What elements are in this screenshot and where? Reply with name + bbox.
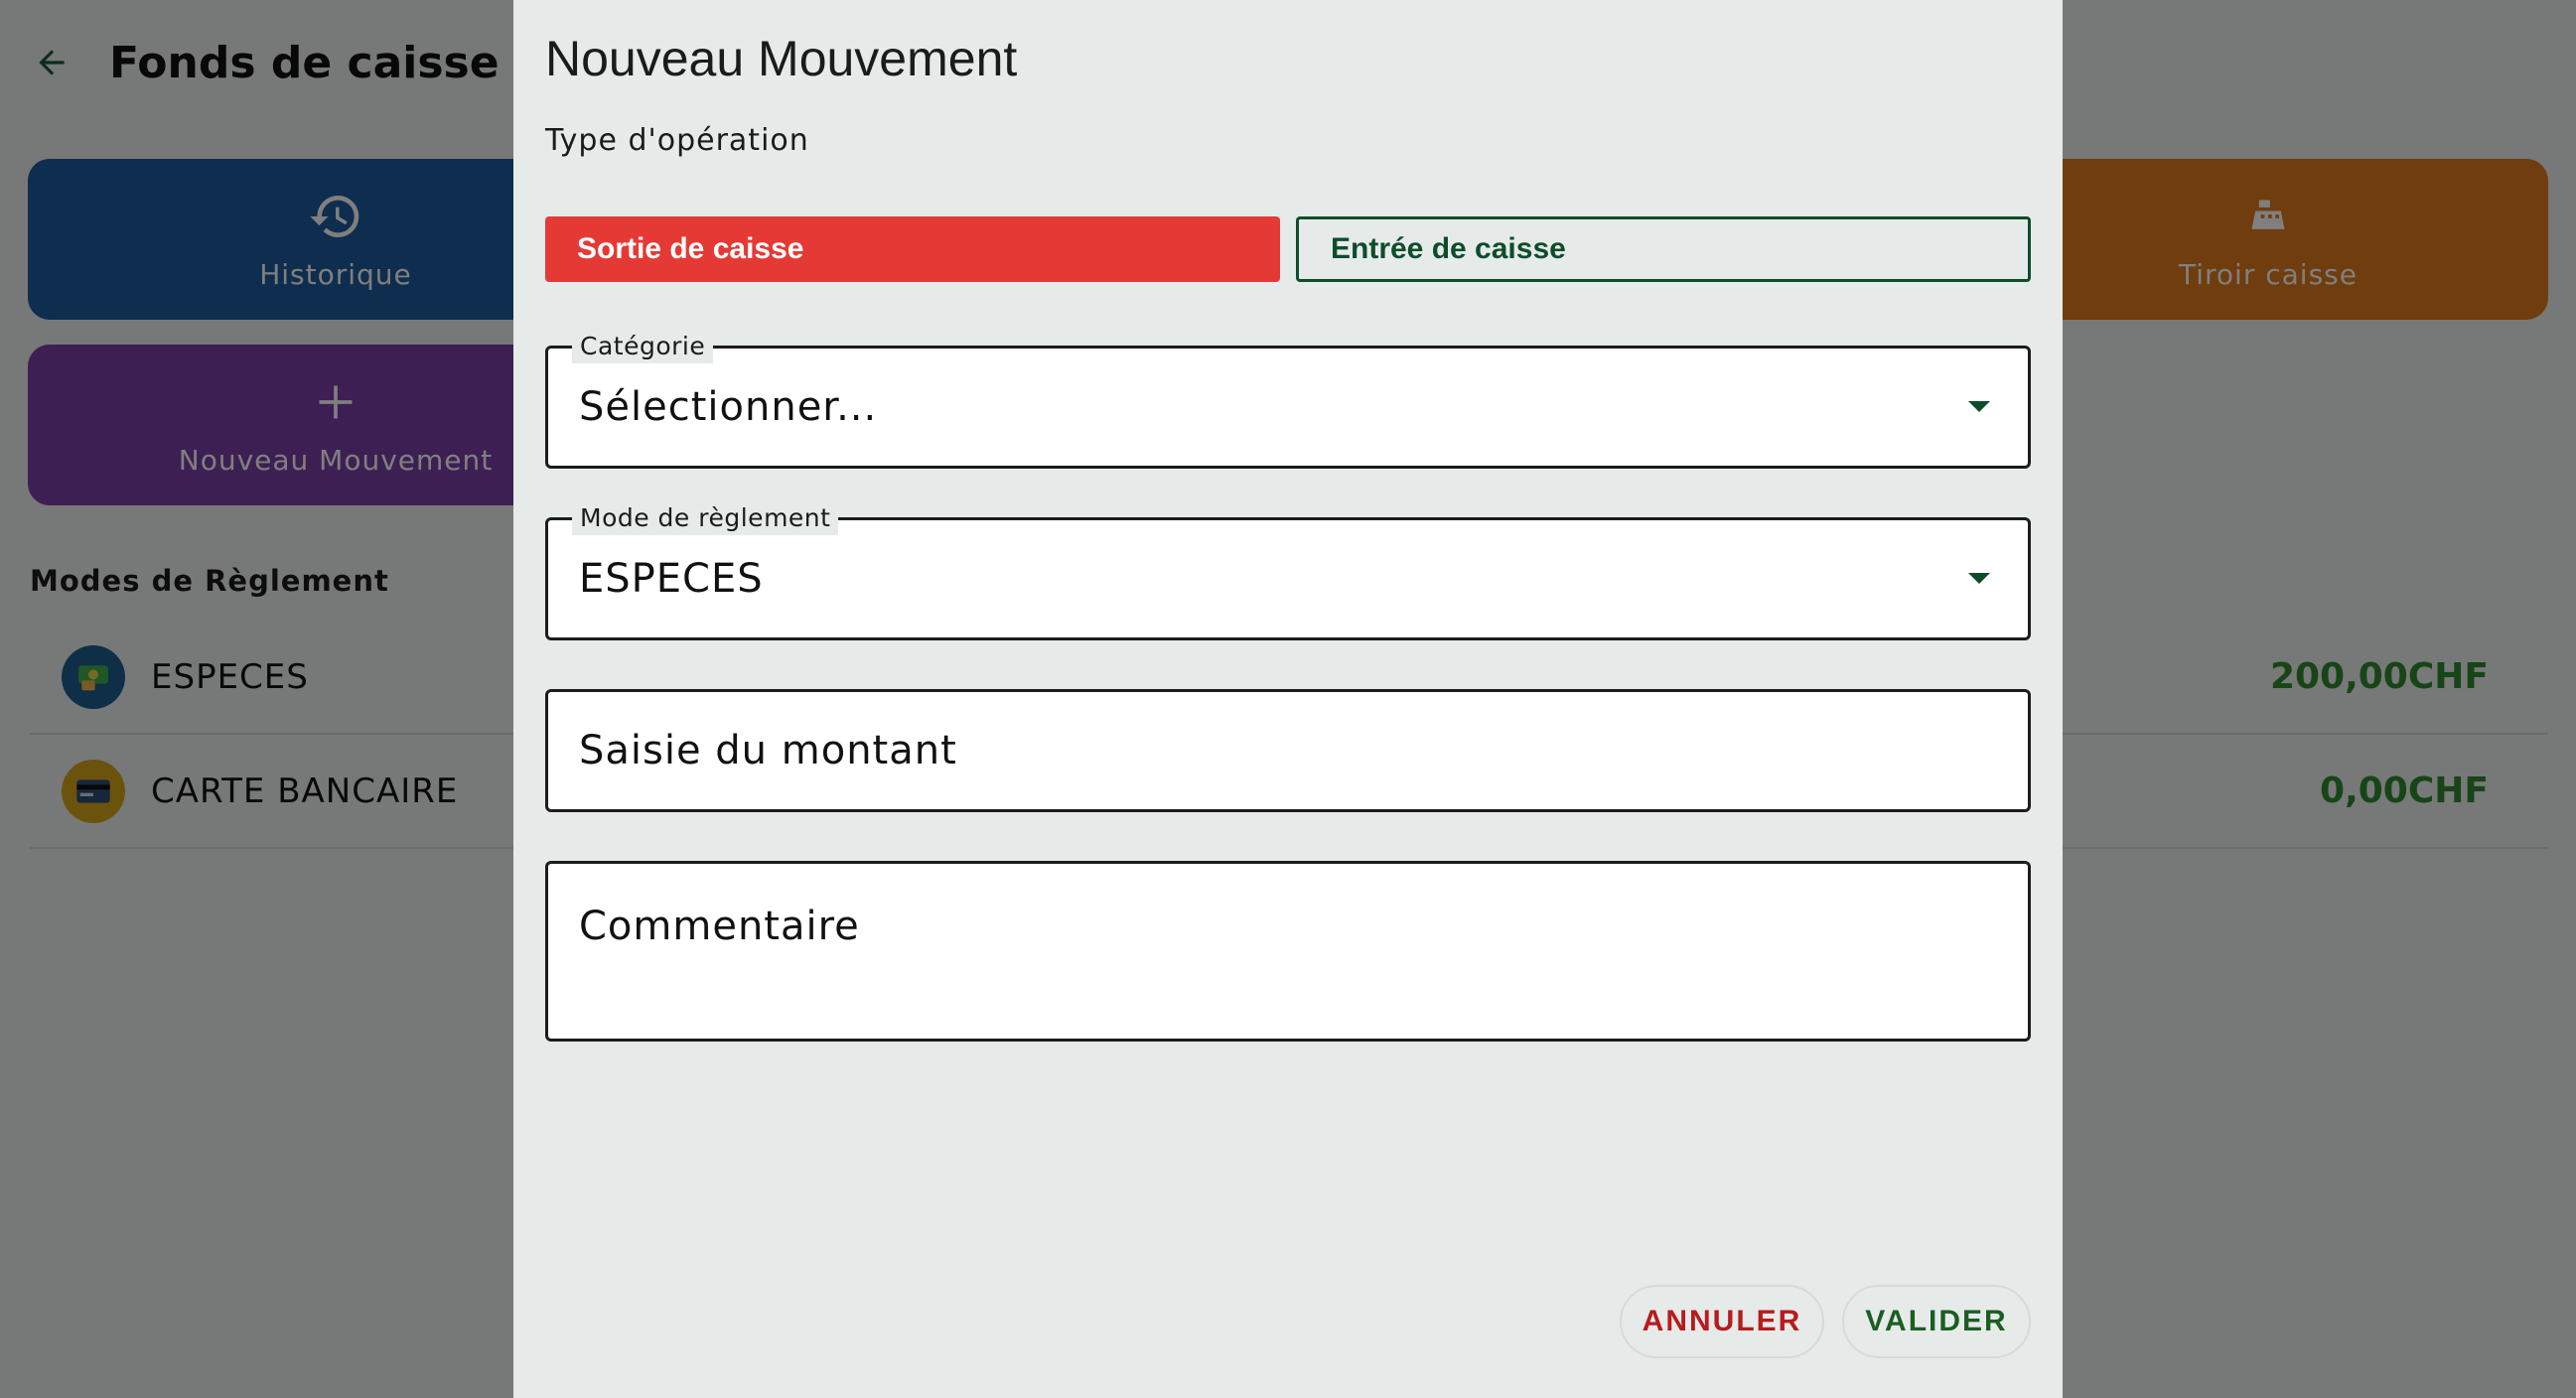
dropdown-arrow-icon [1968,401,1990,412]
mode-reglement-label: Mode de règlement [572,501,839,535]
sortie-de-caisse-button[interactable]: Sortie de caisse [545,216,1280,282]
nouveau-mouvement-dialog: Nouveau Mouvement Type d'opération Sorti… [513,0,2063,1398]
commentaire-placeholder: Commentaire [579,904,860,949]
categorie-value: Sélectionner... [579,384,878,430]
mode-reglement-value: ESPECES [579,556,764,602]
valider-button[interactable]: VALIDER [1842,1285,2031,1358]
commentaire-input[interactable]: Commentaire [545,861,2031,1042]
categorie-label: Catégorie [572,330,714,363]
categorie-select[interactable]: Catégorie Sélectionner... [545,330,2031,469]
dialog-title: Nouveau Mouvement [545,31,1018,86]
operation-type-label: Type d'opération [545,123,809,158]
mode-reglement-select[interactable]: Mode de règlement ESPECES [545,501,2031,640]
dropdown-arrow-icon [1968,573,1990,584]
annuler-button[interactable]: ANNULER [1620,1285,1824,1358]
montant-placeholder: Saisie du montant [579,728,957,773]
entree-de-caisse-button[interactable]: Entrée de caisse [1296,216,2031,282]
montant-input[interactable]: Saisie du montant [545,689,2031,812]
